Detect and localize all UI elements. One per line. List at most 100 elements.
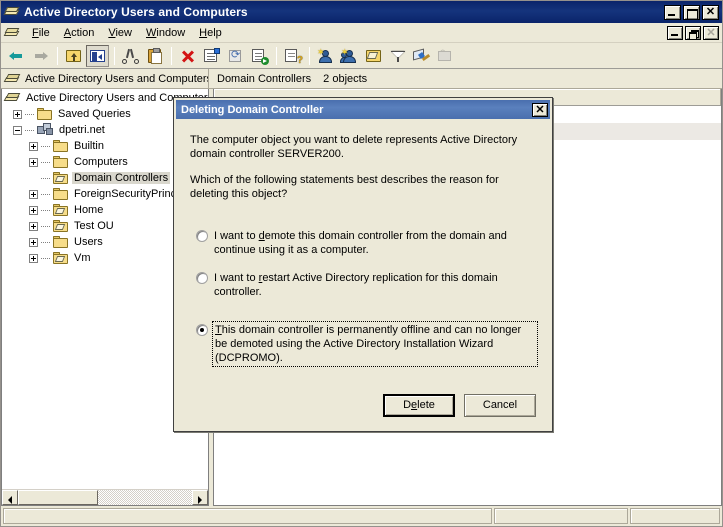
find-button[interactable]: [410, 45, 433, 67]
console-tree-header: Active Directory Users and Computers: [1, 69, 209, 88]
minimize-button[interactable]: [664, 4, 681, 20]
organizational-unit-icon: [53, 219, 69, 233]
menu-action[interactable]: Action: [57, 25, 102, 41]
tree-item-label: Test OU: [74, 220, 114, 232]
expander-icon[interactable]: [29, 189, 38, 199]
dialog-paragraph-2: Which of the following statements best d…: [190, 174, 499, 200]
tree-line: [25, 129, 34, 131]
properties-button[interactable]: [200, 45, 223, 67]
new-group-button[interactable]: ✶: [338, 45, 361, 67]
tree-item-label: Builtin: [74, 140, 104, 152]
status-message: [3, 508, 492, 524]
expander-icon[interactable]: [29, 141, 38, 151]
tree-line: [41, 257, 50, 259]
toolbar-separator: [171, 46, 172, 65]
forward-button[interactable]: [29, 45, 52, 67]
mdi-minimize-button[interactable]: [667, 25, 683, 40]
organizational-unit-icon: [53, 171, 69, 185]
tree-line: [41, 209, 50, 211]
app-icon[interactable]: [3, 5, 20, 19]
tree-item-label: Saved Queries: [58, 108, 131, 120]
paste-button[interactable]: [143, 45, 166, 67]
delete-button[interactable]: Delete: [383, 394, 455, 417]
disabled-tool-button: ⟳: [434, 45, 457, 67]
window-title: Active Directory Users and Computers: [24, 5, 248, 19]
menu-view[interactable]: View: [101, 25, 139, 41]
cancel-button[interactable]: Cancel: [464, 394, 536, 417]
dialog-button-row: Delete Cancel: [174, 394, 552, 431]
tree-line: [25, 113, 34, 115]
expander-icon[interactable]: [29, 157, 38, 167]
tree-line: [41, 145, 50, 147]
pane-header-row: Active Directory Users and Computers Dom…: [1, 69, 722, 89]
menu-file[interactable]: File: [25, 25, 57, 41]
mdi-restore-button[interactable]: [685, 25, 701, 40]
expander-icon[interactable]: [29, 253, 38, 263]
dialog-close-button[interactable]: ✕: [532, 102, 548, 117]
menu-window[interactable]: Window: [139, 25, 192, 41]
toolbar-separator: [114, 46, 115, 65]
expander-icon[interactable]: [29, 221, 38, 231]
tree-horizontal-scrollbar[interactable]: [2, 489, 208, 505]
refresh-button[interactable]: [224, 45, 247, 67]
radio-button-icon[interactable]: [196, 230, 208, 242]
toolbar-separator: [309, 46, 310, 65]
expander-icon[interactable]: [13, 109, 22, 119]
scroll-track[interactable]: [98, 490, 192, 505]
list-view-title: Domain Controllers: [217, 72, 312, 85]
export-list-button[interactable]: [248, 45, 271, 67]
tree-item-label: Domain Controllers: [72, 172, 171, 184]
expander-icon[interactable]: [29, 205, 38, 215]
folder-icon: [53, 187, 69, 201]
radio-restart-replication[interactable]: I want to restart Active Directory repli…: [190, 271, 536, 299]
back-button[interactable]: [5, 45, 28, 67]
radio-demote-label: I want to demote this domain controller …: [214, 230, 507, 256]
organizational-unit-icon: [53, 251, 69, 265]
radio-permanently-offline[interactable]: This domain controller is permanently of…: [190, 321, 538, 367]
expander-icon[interactable]: [29, 237, 38, 247]
maximize-button[interactable]: [683, 4, 700, 20]
tree-item-label: dpetri.net: [59, 124, 105, 136]
document-menu-icon[interactable]: [3, 26, 20, 40]
tree-item-label: ForeignSecurityPrincip: [74, 188, 185, 200]
folder-icon: [37, 107, 53, 121]
tree-item-label: Home: [74, 204, 104, 216]
horizontal-scroll-thumb[interactable]: [18, 490, 98, 505]
console-tree-header-label: Active Directory Users and Computers: [25, 72, 209, 85]
show-hide-console-tree-button[interactable]: [86, 44, 109, 67]
filter-button[interactable]: [386, 45, 409, 67]
tree-line: [41, 225, 50, 227]
cut-button[interactable]: [119, 45, 142, 67]
radio-button-icon[interactable]: [196, 324, 208, 336]
organizational-unit-icon: [53, 203, 69, 217]
new-organizational-unit-button[interactable]: [362, 45, 385, 67]
expander-icon[interactable]: [13, 125, 22, 135]
window-caption-buttons: ✕: [664, 4, 720, 20]
radio-permanently-offline-label: This domain controller is permanently of…: [212, 321, 538, 367]
dialog-radio-group: I want to demote this domain controller …: [190, 229, 538, 367]
mdi-close-button[interactable]: ✕: [703, 25, 719, 40]
radio-demote[interactable]: I want to demote this domain controller …: [190, 229, 536, 257]
tree-line: [41, 177, 50, 179]
domain-icon: [37, 123, 54, 137]
new-user-button[interactable]: ✶: [314, 45, 337, 67]
scroll-right-icon[interactable]: [192, 490, 208, 505]
tree-line: [41, 193, 50, 195]
tree-line: [41, 241, 50, 243]
help-button[interactable]: ?: [281, 45, 304, 67]
delete-button[interactable]: [176, 45, 199, 67]
mdi-caption-buttons: ✕: [667, 25, 722, 40]
dialog-title-bar: Deleting Domain Controller ✕: [176, 100, 550, 119]
close-button[interactable]: ✕: [702, 4, 719, 20]
status-cell-2: [494, 508, 628, 524]
application-window: Active Directory Users and Computers ✕ F…: [0, 0, 723, 527]
scroll-left-icon[interactable]: [2, 490, 18, 505]
deleting-domain-controller-dialog: Deleting Domain Controller ✕ The compute…: [173, 97, 553, 432]
folder-icon: [53, 139, 69, 153]
dialog-paragraph-1: The computer object you want to delete r…: [190, 134, 518, 160]
status-bar: [1, 506, 722, 526]
up-one-level-button[interactable]: [62, 45, 85, 67]
menu-help[interactable]: Help: [192, 25, 229, 41]
radio-button-icon[interactable]: [196, 272, 208, 284]
status-cell-3: [630, 508, 720, 524]
